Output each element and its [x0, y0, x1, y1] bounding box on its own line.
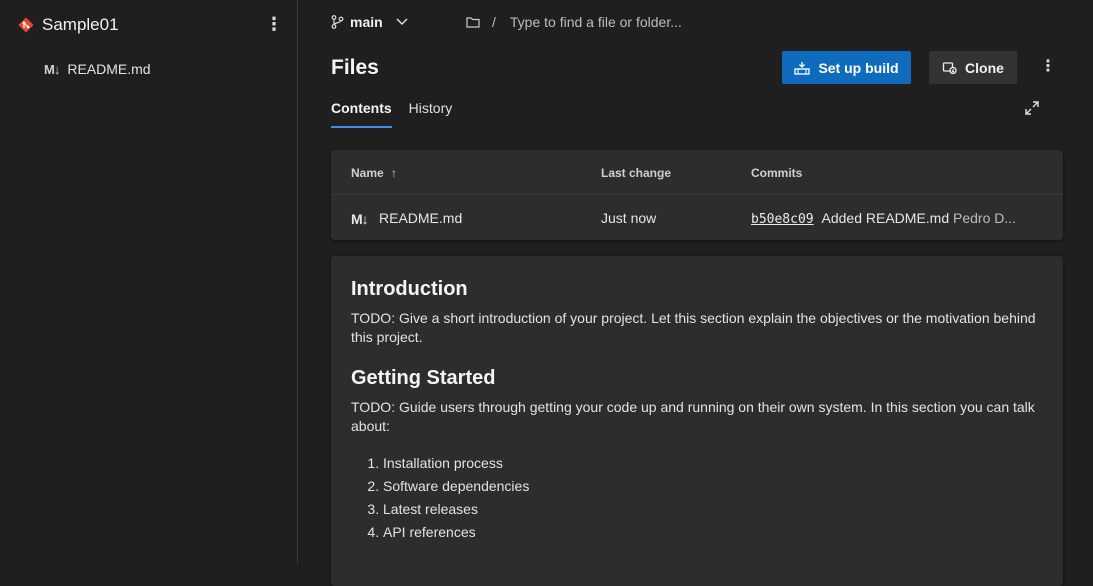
list-item: Latest releases [383, 498, 1043, 521]
git-repo-icon [18, 17, 34, 33]
expand-icon[interactable] [1024, 100, 1040, 116]
more-options-icon[interactable]: ⋮ [1040, 59, 1056, 75]
table-row[interactable]: M↓ README.md Just now b50e8c09 Added REA… [331, 195, 1063, 240]
readme-preview: Introduction TODO: Give a short introduc… [331, 256, 1063, 586]
column-header-commits: Commits [751, 166, 803, 180]
list-item: Installation process [383, 452, 1043, 475]
sort-ascending-icon: ↑ [391, 166, 398, 180]
repo-name: Sample01 [42, 15, 119, 34]
readme-heading-getting-started: Getting Started [351, 367, 496, 389]
setup-build-label: Set up build [818, 59, 899, 76]
clone-label: Clone [965, 59, 1004, 76]
file-search-input[interactable]: Type to find a file or folder... [510, 14, 682, 30]
list-item: Software dependencies [383, 475, 1043, 498]
commit-author: Pedro D... [953, 210, 1017, 226]
markdown-icon: M↓ [44, 61, 60, 77]
path-separator: / [492, 14, 496, 30]
markdown-icon: M↓ [351, 211, 369, 227]
clone-icon [942, 61, 957, 74]
file-tree-item-label: README.md [67, 61, 151, 77]
chevron-down-icon [396, 18, 408, 26]
clone-button[interactable]: Clone [929, 51, 1017, 84]
branch-icon [331, 15, 344, 29]
path-breadcrumb: / Type to find a file or folder... [466, 10, 682, 34]
page-title: Files [331, 56, 379, 79]
files-table: Name ↑ Last change Commits M↓ README.md … [331, 150, 1063, 240]
branch-selector[interactable]: main [331, 10, 409, 34]
readme-intro-text: TODO: Give a short introduction of your … [351, 310, 1036, 345]
sidebar: Sample01 ⋮ M↓ README.md [0, 0, 298, 564]
file-name-link[interactable]: README.md [379, 210, 462, 226]
repo-more-options-icon[interactable]: ⋮ [265, 15, 283, 33]
table-header: Name ↑ Last change Commits [331, 150, 1063, 195]
commit-hash-link[interactable]: b50e8c09 [751, 212, 814, 227]
tab-contents[interactable]: Contents [331, 100, 392, 128]
repo-selector[interactable]: Sample01 [18, 12, 119, 38]
list-item: API references [383, 521, 1043, 544]
readme-list: Installation process Software dependenci… [351, 452, 1043, 544]
folder-icon[interactable] [466, 16, 480, 28]
tab-bar: Contents History [331, 100, 452, 128]
branch-name: main [350, 14, 383, 30]
build-icon [794, 61, 811, 75]
column-header-name[interactable]: Name ↑ [351, 166, 397, 180]
file-tree-item-readme[interactable]: M↓ README.md [44, 58, 151, 80]
last-change-text: Just now [601, 210, 657, 226]
column-header-last-change: Last change [601, 166, 672, 180]
readme-heading-introduction: Introduction [351, 278, 468, 300]
readme-getting-started-text: TODO: Guide users through getting your c… [351, 399, 1035, 434]
tab-history[interactable]: History [409, 100, 453, 128]
main-content: main / Type to find a file or folder... … [298, 0, 1093, 586]
commit-message: Added README.md [821, 210, 950, 226]
setup-build-button[interactable]: Set up build [782, 51, 911, 84]
